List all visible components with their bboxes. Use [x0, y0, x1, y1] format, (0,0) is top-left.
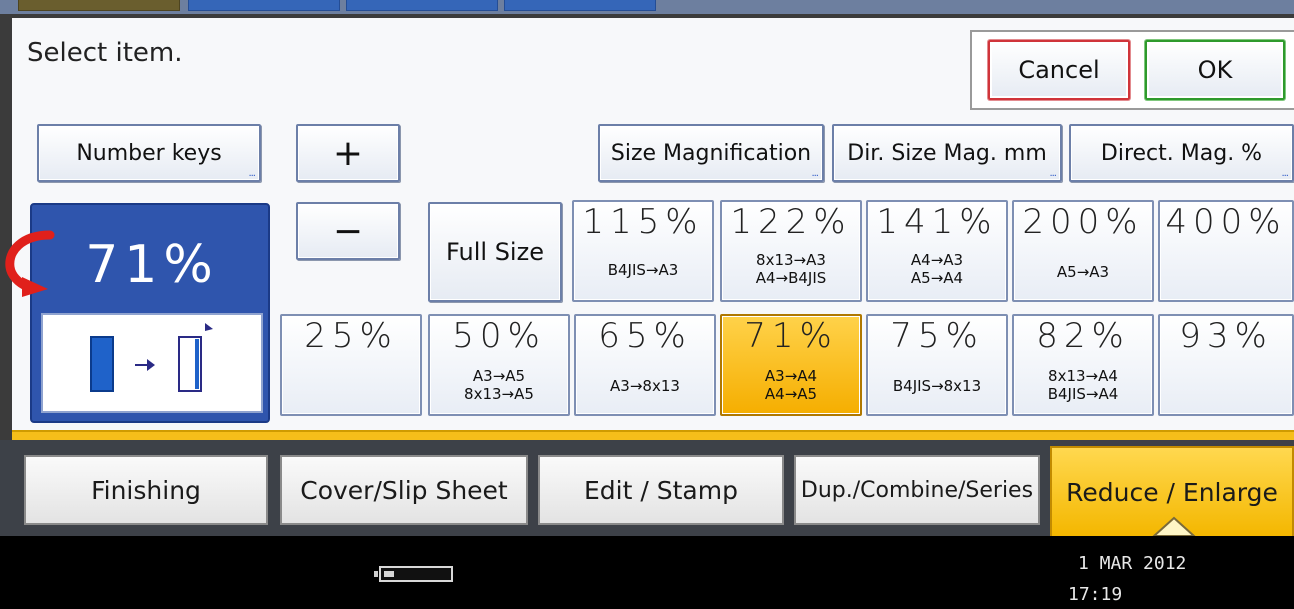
preset-paper-line: A3→8x13: [610, 377, 680, 395]
preset-122-button[interactable]: 122% 8x13→A3 A4→B4JIS: [720, 200, 862, 302]
number-keys-button[interactable]: Number keys ...: [37, 124, 261, 182]
current-percent: 71%: [85, 235, 219, 295]
preset-141-button[interactable]: 141% A4→A3 A5→A4: [866, 200, 1008, 302]
more-indicator: ...: [248, 168, 255, 179]
preset-paper-line: A3→A4: [764, 367, 818, 385]
tab-label: Reduce / Enlarge: [1066, 477, 1278, 507]
preset-percent: 71%: [744, 316, 838, 356]
curved-arrow-icon: [5, 230, 55, 297]
cancel-label: Cancel: [1018, 56, 1100, 84]
current-ratio-display: 71%: [30, 203, 270, 423]
preset-65-button[interactable]: 65% A3→8x13: [574, 314, 716, 416]
preset-percent: 25%: [304, 316, 398, 356]
dir-size-mag-label: Dir. Size Mag. mm: [847, 140, 1047, 166]
number-keys-label: Number keys: [76, 140, 222, 166]
tab-reduce-enlarge[interactable]: Reduce / Enlarge: [1050, 446, 1294, 536]
preset-percent: 75%: [890, 316, 984, 356]
ok-button[interactable]: OK: [1145, 40, 1285, 100]
preset-paper-line: A4→A3: [910, 251, 964, 269]
preset-paper-line: B4JIS→8x13: [892, 377, 982, 395]
full-size-label: Full Size: [446, 238, 544, 266]
tab-edit-stamp[interactable]: Edit / Stamp: [538, 455, 784, 525]
plus-icon: +: [332, 132, 364, 174]
preset-paper-line: B4JIS→A4: [1047, 385, 1119, 403]
preset-71-button-selected[interactable]: 71% A3→A4 A4→A5: [720, 314, 862, 416]
preset-paper-line: 8x13→A4: [1048, 367, 1118, 385]
dir-size-mag-button[interactable]: Dir. Size Mag. mm ...: [832, 124, 1062, 182]
tab-cover-slip-sheet[interactable]: Cover/Slip Sheet: [280, 455, 528, 525]
size-magnification-label: Size Magnification: [610, 140, 812, 166]
preset-25-button[interactable]: 25%: [280, 314, 422, 416]
top-tab: [346, 0, 498, 11]
memory-bar-icon: [374, 566, 453, 582]
status-time: 17:19: [1068, 584, 1123, 605]
preset-paper-line: A3→A5: [472, 367, 526, 385]
full-size-button[interactable]: Full Size: [428, 202, 562, 302]
preset-paper-line: B4JIS→A3: [607, 261, 679, 279]
tab-label: Finishing: [91, 475, 201, 505]
direct-mag-button[interactable]: Direct. Mag. % ...: [1069, 124, 1294, 182]
size-magnification-button[interactable]: Size Magnification ...: [598, 124, 824, 182]
more-indicator: ...: [1281, 168, 1288, 179]
preset-paper-line: A4→A5: [764, 385, 818, 403]
preset-percent: 93%: [1179, 316, 1273, 356]
direct-mag-label: Direct. Mag. %: [1100, 140, 1263, 166]
preset-93-button[interactable]: 93%: [1158, 314, 1294, 416]
tab-label: Cover/Slip Sheet: [300, 475, 508, 505]
preset-percent: 115%: [582, 202, 704, 242]
preset-percent: 200%: [1022, 202, 1144, 242]
preset-percent: 82%: [1036, 316, 1130, 356]
preset-percent: 65%: [598, 316, 692, 356]
tab-finishing[interactable]: Finishing: [24, 455, 268, 525]
portrait-to-landscape-icon: [90, 323, 213, 392]
preset-paper-line: A4→B4JIS: [755, 269, 827, 287]
preset-paper-line: 8x13→A3: [756, 251, 826, 269]
preset-percent: 400%: [1165, 202, 1287, 242]
preset-paper-line: 8x13→A5: [464, 385, 534, 403]
preset-percent: 50%: [452, 316, 546, 356]
top-tab: [18, 0, 180, 11]
preset-percent: 122%: [730, 202, 852, 242]
minus-button[interactable]: −: [296, 202, 400, 260]
more-indicator: ...: [1049, 168, 1056, 179]
preset-200-button[interactable]: 200% A5→A3: [1012, 200, 1154, 302]
preset-400-button[interactable]: 400%: [1158, 200, 1294, 302]
prompt-text: Select item.: [27, 38, 183, 68]
preset-paper-line: A5→A4: [910, 269, 964, 287]
preset-115-button[interactable]: 115% B4JIS→A3: [572, 200, 714, 302]
status-date: 1 MAR 2012: [1078, 553, 1187, 574]
minus-icon: −: [332, 210, 364, 252]
plus-button[interactable]: +: [296, 124, 400, 182]
preset-percent: 141%: [876, 202, 998, 242]
preset-50-button[interactable]: 50% A3→A5 8x13→A5: [428, 314, 570, 416]
tab-label: Dup./Combine/Series: [800, 477, 1034, 503]
top-tab: [504, 0, 656, 11]
tab-label: Edit / Stamp: [584, 475, 738, 505]
preset-75-button[interactable]: 75% B4JIS→8x13: [866, 314, 1008, 416]
active-tab-indicator-icon: [1152, 516, 1196, 536]
orientation-button[interactable]: [41, 313, 263, 413]
top-tab: [188, 0, 340, 11]
preset-82-button[interactable]: 82% 8x13→A4 B4JIS→A4: [1012, 314, 1154, 416]
ok-label: OK: [1197, 56, 1233, 84]
preset-paper-line: A5→A3: [1056, 263, 1110, 281]
cancel-button[interactable]: Cancel: [988, 40, 1130, 100]
tab-separator: [12, 430, 1294, 440]
tab-dup-combine-series[interactable]: Dup./Combine/Series: [794, 455, 1040, 525]
more-indicator: ...: [811, 168, 818, 179]
